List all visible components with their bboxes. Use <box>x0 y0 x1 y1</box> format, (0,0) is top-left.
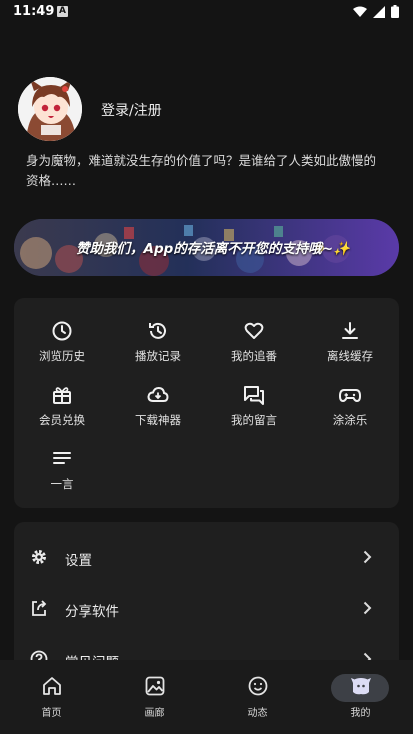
avatar-image <box>18 77 82 141</box>
grid-item-my-comments[interactable]: 我的留言 <box>206 384 302 440</box>
settings-row-label: 设置 <box>65 553 92 569</box>
grid-item-label: 我的留言 <box>231 413 277 427</box>
grid-item-history[interactable]: 浏览历史 <box>14 320 110 376</box>
gallery-icon <box>145 676 164 696</box>
grid-item-label: 播放记录 <box>135 349 181 363</box>
tab-moments[interactable]: 动态 <box>206 660 309 734</box>
heart-icon <box>244 322 264 339</box>
sponsor-banner[interactable]: 赞助我们，App的存活离不开您的支持哦~✨ <box>14 219 399 276</box>
bottom-tab-bar: 首页 画廊 动态 我的 <box>0 660 413 734</box>
grid-item-doodle[interactable]: 涂涂乐 <box>302 384 398 440</box>
banner-text: 赞助我们，App的存活离不开您的支持哦~✨ <box>76 241 350 257</box>
tab-label: 首页 <box>41 708 62 719</box>
notification-icon: A <box>57 6 68 17</box>
bio-text: 身为魔物，难道就没生存的价值了吗？是谁给了人类如此傲慢的资格…… <box>26 153 377 188</box>
tab-label: 动态 <box>247 708 268 719</box>
cloud-download-icon <box>147 386 169 402</box>
grid-item-download-tool[interactable]: 下载神器 <box>110 384 206 440</box>
gear-icon <box>32 550 46 564</box>
home-icon <box>42 677 61 695</box>
download-icon <box>342 322 358 339</box>
avatar[interactable] <box>18 77 82 141</box>
settings-row-label: 分享软件 <box>65 604 119 620</box>
history-icon <box>149 322 166 339</box>
tab-gallery[interactable]: 画廊 <box>103 660 206 734</box>
chevron-right-icon <box>363 601 372 615</box>
grid-item-label: 会员兑换 <box>39 413 85 427</box>
settings-row-share[interactable]: 分享软件 <box>14 584 399 634</box>
status-icons <box>353 5 399 18</box>
profile-icon <box>350 678 371 695</box>
grid-item-vip-redeem[interactable]: 会员兑换 <box>14 384 110 440</box>
grid-item-label: 下载神器 <box>135 413 181 427</box>
grid-item-label: 浏览历史 <box>39 349 85 363</box>
grid-item-following[interactable]: 我的追番 <box>206 320 302 376</box>
grid-item-label: 一言 <box>50 477 74 491</box>
tab-mine[interactable]: 我的 <box>309 660 412 734</box>
settings-row-settings[interactable]: 设置 <box>14 533 399 583</box>
lines-icon <box>53 452 71 464</box>
login-register-link[interactable]: 登录/注册 <box>101 100 162 120</box>
grid-item-offline-cache[interactable]: 离线缓存 <box>302 320 398 376</box>
smile-icon <box>248 676 267 696</box>
grid-item-label: 我的追番 <box>231 349 277 363</box>
grid-item-label: 离线缓存 <box>327 349 373 363</box>
chat-icon <box>244 386 264 405</box>
status-bar: 11:49 A <box>0 0 413 24</box>
profile-header[interactable]: 登录/注册 <box>18 77 398 141</box>
tab-label: 我的 <box>350 708 371 719</box>
grid-item-label: 涂涂乐 <box>332 413 368 427</box>
clock-icon <box>52 321 72 341</box>
signal-icon <box>373 5 385 18</box>
grid-item-play-record[interactable]: 播放记录 <box>110 320 206 376</box>
grid-item-hitokoto[interactable]: 一言 <box>14 448 110 504</box>
settings-list: 设置 分享软件 常见问题 <box>14 522 399 682</box>
feature-grid: 浏览历史 播放记录 我的追番 离线缓存 会员兑换 下载神器 我的留言 涂涂乐 一… <box>14 298 399 508</box>
tab-home[interactable]: 首页 <box>0 660 103 734</box>
share-icon <box>32 600 47 616</box>
tab-label: 画廊 <box>144 708 165 719</box>
wifi-icon <box>353 6 367 17</box>
chevron-right-icon <box>363 550 372 564</box>
gift-icon <box>53 387 71 404</box>
battery-icon <box>391 5 399 18</box>
gamepad-icon <box>339 389 361 403</box>
status-time: 11:49 <box>13 4 55 19</box>
